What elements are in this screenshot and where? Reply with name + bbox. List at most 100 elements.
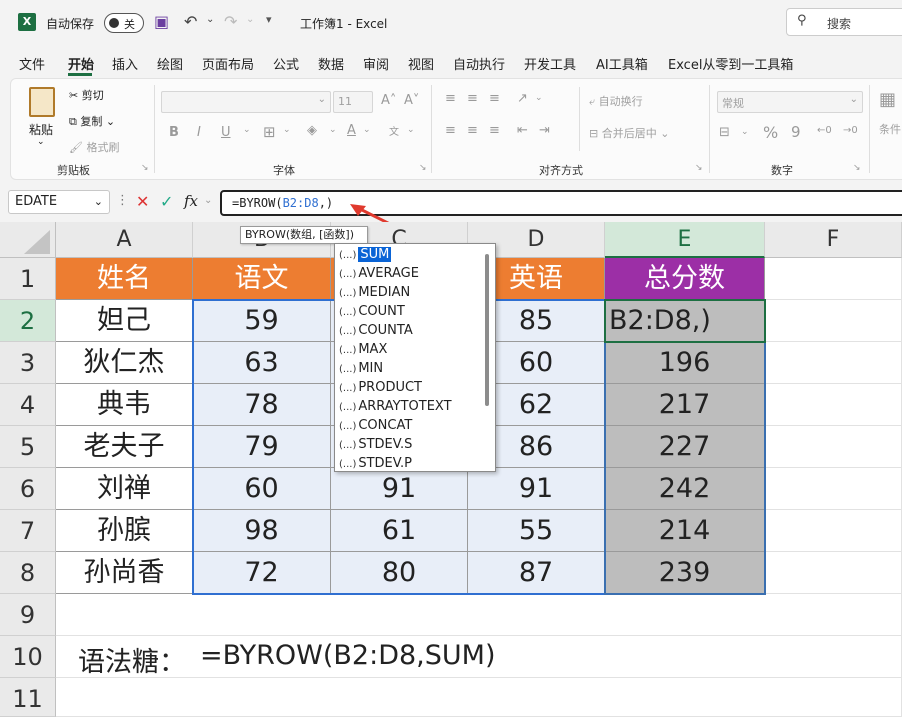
chinese-cell[interactable]: 98 [193,510,331,552]
font-name-combo[interactable]: ⌄ [161,91,331,113]
total-cell[interactable]: 242 [605,468,765,510]
english-cell[interactable]: 91 [468,468,605,510]
undo-icon[interactable]: ↶ [184,12,197,31]
autocomplete-item[interactable]: (...) MAX [339,340,481,359]
chinese-cell[interactable]: 72 [193,552,331,594]
align-left-icon[interactable]: ≡ [445,123,456,138]
empty-cell[interactable] [765,510,902,552]
decrease-decimal-icon[interactable]: →0 [843,125,858,136]
number-launcher-icon[interactable]: ↘ [853,163,861,173]
autocomplete-item[interactable]: (...) PRODUCT [339,378,481,397]
enter-icon[interactable]: ✓ [160,192,173,211]
align-bottom-icon[interactable]: ≡ [489,91,500,106]
orientation-dropdown-icon[interactable]: ⌄ [535,93,543,103]
merge-center-button[interactable]: ⊟ 合并后居中 ⌄ [589,125,669,141]
empty-cell[interactable] [765,258,902,300]
align-center-icon[interactable]: ≡ [467,123,478,138]
tab-view[interactable]: 视图 [408,54,434,73]
font-size-combo[interactable]: 11 [333,91,373,113]
increase-decimal-icon[interactable]: ←0 [817,125,832,136]
autocomplete-item[interactable]: (...) SUM [339,245,481,264]
tab-excel-toolbox[interactable]: Excel从零到一工具箱 [668,54,793,73]
autocomplete-item[interactable]: (...) COUNT [339,302,481,321]
chinese-cell[interactable]: 63 [193,342,331,384]
header-cell-name[interactable]: 姓名 [56,258,193,300]
column-header-f[interactable]: F [765,222,902,258]
scrollbar-thumb[interactable] [485,254,489,406]
function-autocomplete-list[interactable]: (...) SUM (...) AVERAGE (...) MEDIAN (...) COUN… [334,243,496,472]
row-header-8[interactable]: 8 [0,552,56,594]
row-header-4[interactable]: 4 [0,384,56,426]
number-format-combo[interactable]: 常规 ⌄ [717,91,863,113]
paste-button[interactable]: 粘贴 [29,121,53,138]
chinese-cell[interactable]: 78 [193,384,331,426]
total-cell[interactable]: 239 [605,552,765,594]
font-color-icon[interactable]: A [347,123,356,138]
english-cell[interactable]: 87 [468,552,605,594]
row-header-5[interactable]: 5 [0,426,56,468]
name-cell[interactable]: 典韦 [56,384,193,426]
autosave-toggle[interactable]: 关 [104,13,144,33]
tab-ai-toolbox[interactable]: AI工具箱 [596,54,648,73]
format-painter-button[interactable]: 🖌 格式刷 [69,139,119,155]
tab-developer[interactable]: 开发工具 [524,54,576,73]
tab-file[interactable]: 文件 [19,54,45,73]
select-all-corner[interactable] [0,222,56,258]
autocomplete-item[interactable]: (...) COUNTA [339,321,481,340]
align-right-icon[interactable]: ≡ [489,123,500,138]
accounting-dropdown-icon[interactable]: ⌄ [741,127,749,137]
decrease-indent-icon[interactable]: ⇤ [517,123,528,138]
chinese-cell[interactable]: 60 [193,468,331,510]
row-header-2[interactable]: 2 [0,300,56,342]
tab-data[interactable]: 数据 [318,54,344,73]
row-header-11[interactable]: 11 [0,678,56,717]
fill-dropdown-icon[interactable]: ⌄ [329,125,337,135]
column-header-e[interactable]: E [605,222,765,258]
total-cell[interactable]: 214 [605,510,765,552]
tab-formulas[interactable]: 公式 [273,54,299,73]
align-top-icon[interactable]: ≡ [445,91,456,106]
border-dropdown-icon[interactable]: ⌄ [283,125,291,135]
paste-icon[interactable] [29,87,55,117]
autocomplete-item[interactable]: (...) MEDIAN [339,283,481,302]
tab-review[interactable]: 审阅 [363,54,389,73]
name-cell[interactable]: 孙膑 [56,510,193,552]
name-cell[interactable]: 老夫子 [56,426,193,468]
english-cell[interactable]: 55 [468,510,605,552]
paste-dropdown-icon[interactable]: ⌄ [37,137,45,147]
clipboard-launcher-icon[interactable]: ↘ [141,163,149,173]
name-cell[interactable]: 妲己 [56,300,193,342]
accounting-icon[interactable]: ⊟ [719,125,730,140]
formula-bar-grip-icon[interactable]: ⋮ [116,193,129,208]
empty-cell[interactable] [765,426,902,468]
tab-automate[interactable]: 自动执行 [453,54,505,73]
orientation-icon[interactable]: ↗ [517,91,528,106]
percent-icon[interactable]: % [763,123,778,142]
alignment-launcher-icon[interactable]: ↘ [695,163,703,173]
name-cell[interactable]: 刘禅 [56,468,193,510]
row-header-10[interactable]: 10 [0,636,56,678]
name-cell[interactable]: 孙尚香 [56,552,193,594]
header-cell-chinese[interactable]: 语文 [193,258,331,300]
wrap-text-button[interactable]: ⤶ 自动换行 [589,93,643,109]
redo-dropdown-icon[interactable]: ⌄ [246,14,254,25]
undo-dropdown-icon[interactable]: ⌄ [206,14,214,25]
name-cell[interactable]: 狄仁杰 [56,342,193,384]
autocomplete-item[interactable]: (...) STDEV.S [339,435,481,454]
math-cell[interactable]: 61 [331,510,468,552]
row-header-6[interactable]: 6 [0,468,56,510]
bold-icon[interactable]: B [169,125,179,140]
autocomplete-item[interactable]: (...) STDEV.P [339,454,481,473]
chinese-cell[interactable]: 59 [193,300,331,342]
row-header-3[interactable]: 3 [0,342,56,384]
empty-cell[interactable] [765,342,902,384]
row-header-1[interactable]: 1 [0,258,56,300]
phonetic-dropdown-icon[interactable]: ⌄ [407,125,415,135]
autocomplete-item[interactable]: (...) AVERAGE [339,264,481,283]
row-header-9[interactable]: 9 [0,594,56,636]
insert-function-button[interactable]: fx [184,192,198,210]
increase-font-icon[interactable]: A˄ [381,93,396,108]
tab-page-layout[interactable]: 页面布局 [202,54,254,73]
row-9-cells[interactable] [56,594,902,636]
total-cell[interactable]: B2:D8,) [605,300,765,342]
